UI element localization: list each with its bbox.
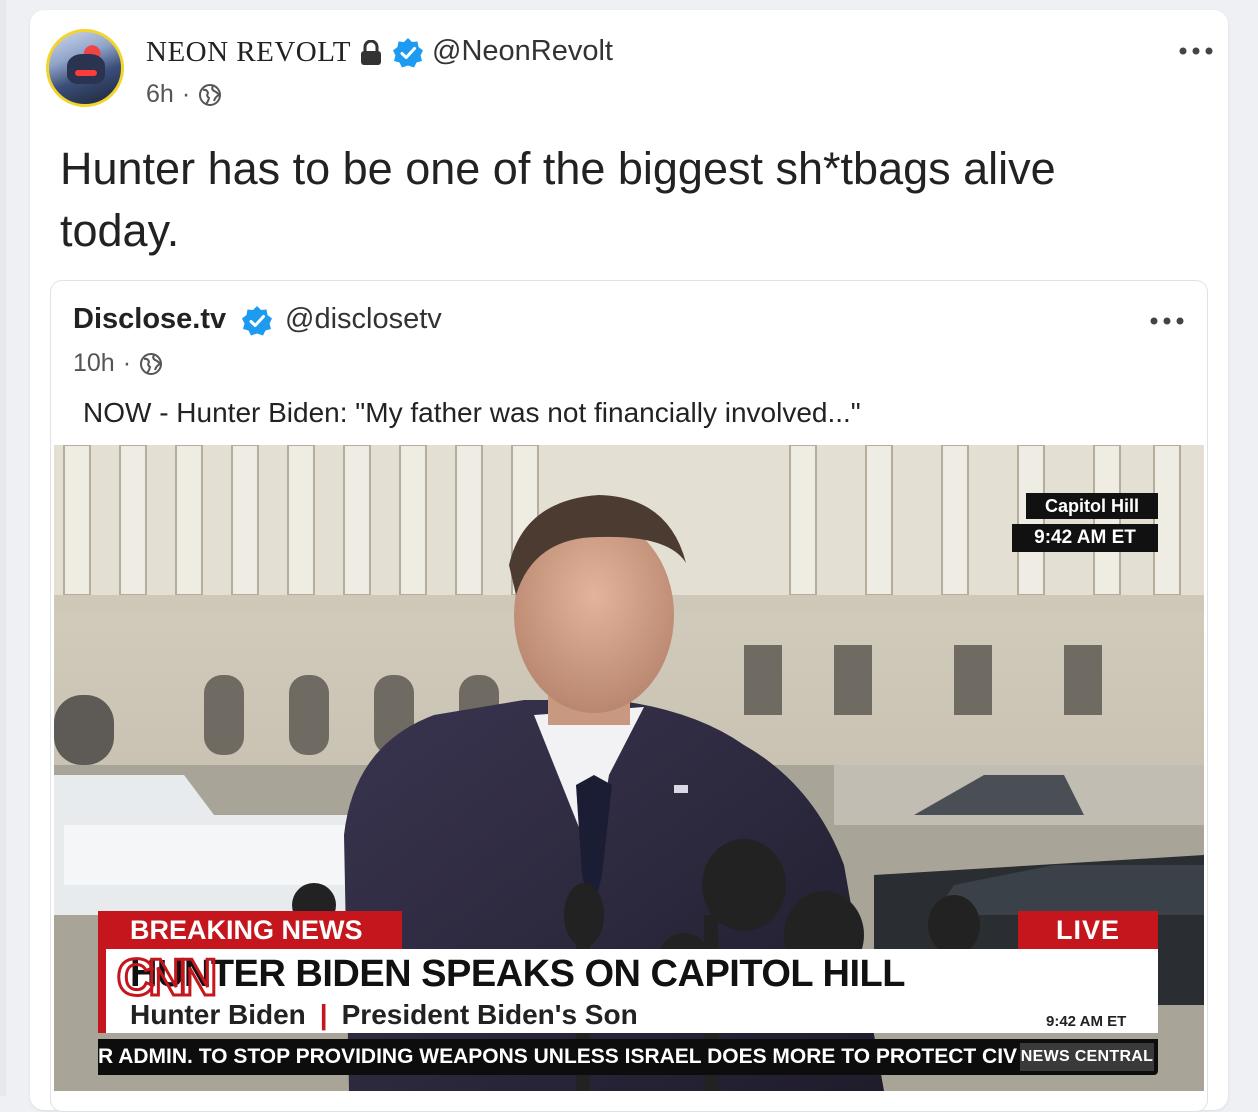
author-name[interactable]: NEON REVOLT xyxy=(146,36,351,69)
more-horizontal-icon[interactable] xyxy=(1149,316,1185,326)
avatar-figure xyxy=(67,54,105,84)
verified-badge-icon xyxy=(393,38,423,68)
avatar-visor xyxy=(75,70,97,76)
ticker-text: R ADMIN. TO STOP PROVIDING WEAPONS UNLES… xyxy=(98,1045,1018,1068)
quoted-author-handle[interactable]: @disclosetv xyxy=(285,303,442,336)
subject-separator: | xyxy=(319,999,328,1030)
ticker-tag: NEWS CENTRAL xyxy=(1020,1043,1154,1071)
quoted-author-name[interactable]: Disclose.tv xyxy=(73,303,226,336)
video-thumbnail[interactable]: Capitol Hill 9:42 AM ET BREAKING NEWS LI… xyxy=(54,445,1204,1091)
cnn-logo: CNN xyxy=(115,949,222,1005)
post-meta: 6h · xyxy=(146,80,222,109)
quoted-post-meta: 10h · xyxy=(73,349,163,378)
lower-third: HUNTER BIDEN SPEAKS ON CAPITOL HILL Hunt… xyxy=(98,949,1158,1033)
time-badge: 9:42 AM ET xyxy=(1012,524,1158,552)
location-badge: Capitol Hill xyxy=(1026,493,1158,519)
verified-badge-icon xyxy=(242,306,272,336)
meta-separator: · xyxy=(181,80,191,108)
author-handle[interactable]: @NeonRevolt xyxy=(432,35,613,68)
quoted-post-time[interactable]: 10h xyxy=(73,349,115,378)
subject-title: President Biden's Son xyxy=(341,999,638,1030)
lock-icon xyxy=(361,40,381,65)
post-card: NEON REVOLT @NeonRevolt 6h · Hunter has … xyxy=(30,10,1228,1112)
chyron-headline: HUNTER BIDEN SPEAKS ON CAPITOL HILL xyxy=(130,953,905,995)
author-avatar[interactable] xyxy=(46,29,124,107)
post-text: Hunter has to be one of the biggest sh*t… xyxy=(60,143,1056,256)
globe-icon xyxy=(140,352,163,375)
meta-separator: · xyxy=(122,349,132,377)
news-ticker: R ADMIN. TO STOP PROVIDING WEAPONS UNLES… xyxy=(98,1039,1158,1075)
quoted-post-text: NOW - Hunter Biden: "My father was not f… xyxy=(83,397,861,428)
quoted-post[interactable]: Disclose.tv @disclosetv 10h · NOW - Hunt… xyxy=(50,280,1208,1112)
cnn-logo-text: CNN xyxy=(117,949,215,1005)
background-edge xyxy=(0,0,6,1096)
globe-icon xyxy=(199,83,222,106)
more-horizontal-icon[interactable] xyxy=(1178,46,1214,56)
logo-time: 9:42 AM ET xyxy=(1046,1013,1127,1030)
post-time[interactable]: 6h xyxy=(146,80,174,109)
live-label: LIVE xyxy=(1018,911,1158,949)
breaking-news-label: BREAKING NEWS xyxy=(98,911,402,949)
